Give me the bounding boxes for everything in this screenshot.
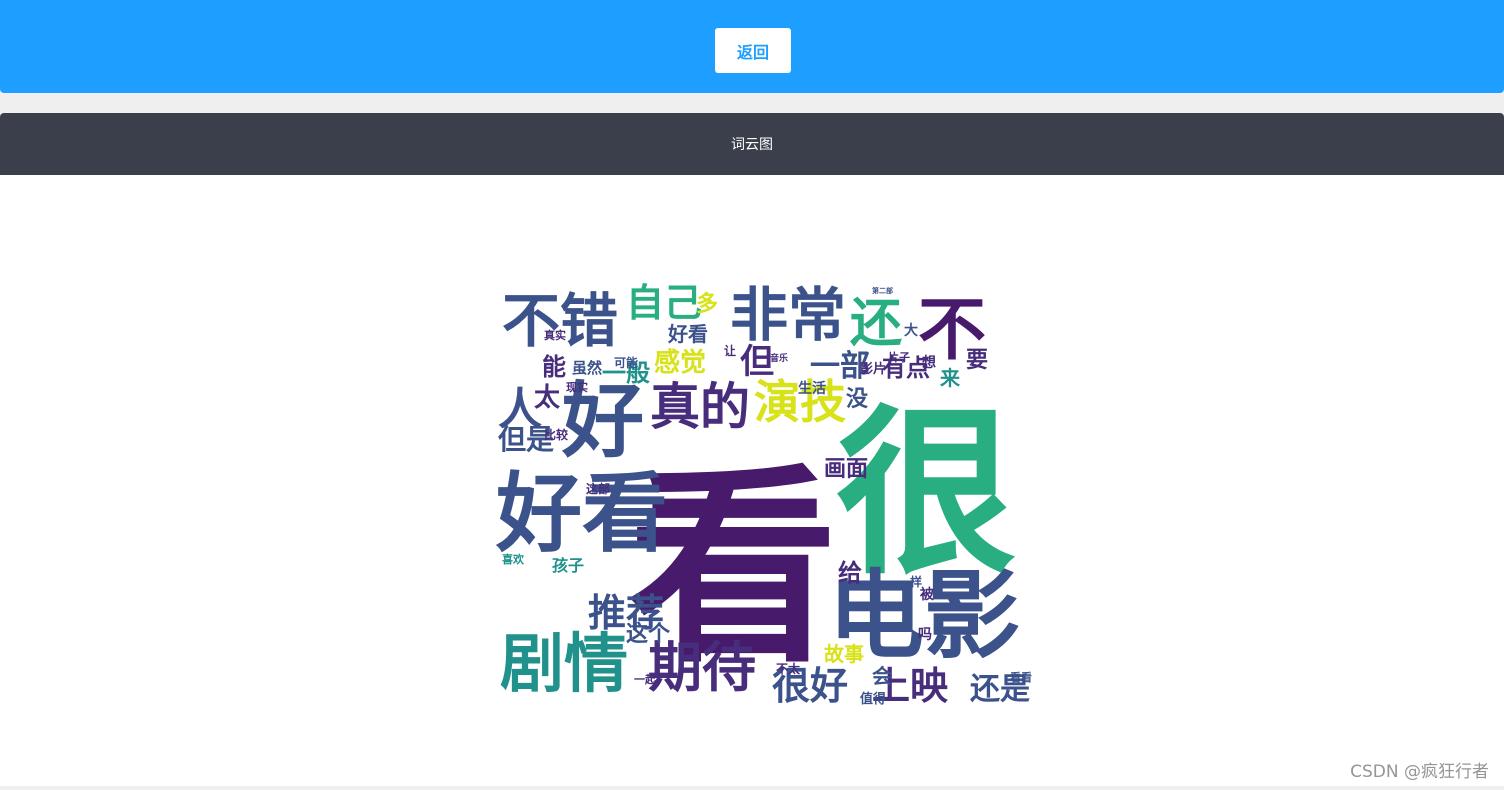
word-ganjue: 感觉 [654, 348, 706, 378]
wordcloud-panel: 词云图 看 很 好 电影 不错 非常 还 不 剧情 期待 好看 真的 演技 人 [0, 113, 1504, 786]
word-zhide: 值得 [860, 691, 886, 706]
word-bucuo: 不错 [502, 287, 618, 355]
word-pianzi: 片子 [888, 350, 910, 364]
word-gushi: 故事 [824, 642, 864, 666]
watermark: CSDN @疯狂行者 [1350, 762, 1489, 782]
word-mei: 没 [846, 387, 869, 412]
word-neng: 能 [542, 353, 566, 381]
word-duo: 多 [696, 291, 718, 317]
word-bei: 被 [920, 586, 935, 603]
word-juqing: 剧情 [500, 628, 628, 702]
back-button[interactable]: 返回 [715, 28, 791, 73]
word-kankan: 看看 [1010, 670, 1032, 684]
word-keneng: 可能 [614, 355, 638, 370]
word-zhenshi: 真实 [544, 328, 566, 342]
word-huamian: 画面 [824, 457, 868, 482]
wordcloud-image: 看 很 好 电影 不错 非常 还 不 剧情 期待 好看 真的 演技 人 太 自己… [488, 281, 1038, 706]
word-suiran: 虽然 [572, 359, 602, 377]
word-dierbu: 第二部 [872, 286, 893, 295]
word-dan: 但 [740, 342, 774, 382]
word-haokan: 好看 [667, 322, 708, 346]
word-butai: 不太 [776, 661, 801, 676]
word-tai: 太 [534, 383, 561, 413]
word-yao: 要 [966, 348, 988, 373]
word-xiang: 想 [921, 354, 936, 371]
word-yingpian: 影片 [860, 361, 886, 377]
panel-title: 词云图 [0, 113, 1504, 175]
word-rang: 让 [724, 343, 736, 358]
word-gei: 给 [838, 559, 862, 587]
panel-title-text: 词云图 [731, 137, 773, 153]
word-zhege: 这个 [626, 621, 671, 647]
word-xianshi: 现实 [566, 380, 588, 394]
word-hui: 会 [872, 664, 892, 688]
word-bijiao: 比较 [544, 427, 568, 442]
wordcloud-svg: 看 很 好 电影 不错 非常 还 不 剧情 期待 好看 真的 演技 人 太 自己… [488, 281, 1038, 706]
word-ma: 吗 [918, 627, 932, 643]
word-zhebu: 这部 [586, 481, 610, 496]
word-zhende: 真的 [650, 378, 750, 436]
page: 返回 词云图 看 很 好 电影 不错 非常 还 不 剧情 期待 好看 真的 演技… [0, 0, 1504, 790]
word-yiqi: 一起 [634, 672, 657, 686]
word-yiyang: 一样 [898, 574, 922, 589]
top-bar: 返回 [0, 0, 1504, 93]
word-shenghuo: 生活 [798, 380, 826, 397]
word-xihuan: 喜欢 [502, 552, 525, 566]
word-ziji: 自己 [626, 281, 702, 325]
word-lai: 来 [939, 366, 961, 390]
word-hai: 还 [850, 294, 902, 354]
word-da: 大 [904, 322, 918, 339]
word-feichang: 非常 [730, 281, 846, 349]
word-haizi: 孩子 [552, 556, 584, 575]
word-haokan-v: 好看 [495, 464, 668, 564]
word-yinyue: 音乐 [770, 352, 788, 364]
